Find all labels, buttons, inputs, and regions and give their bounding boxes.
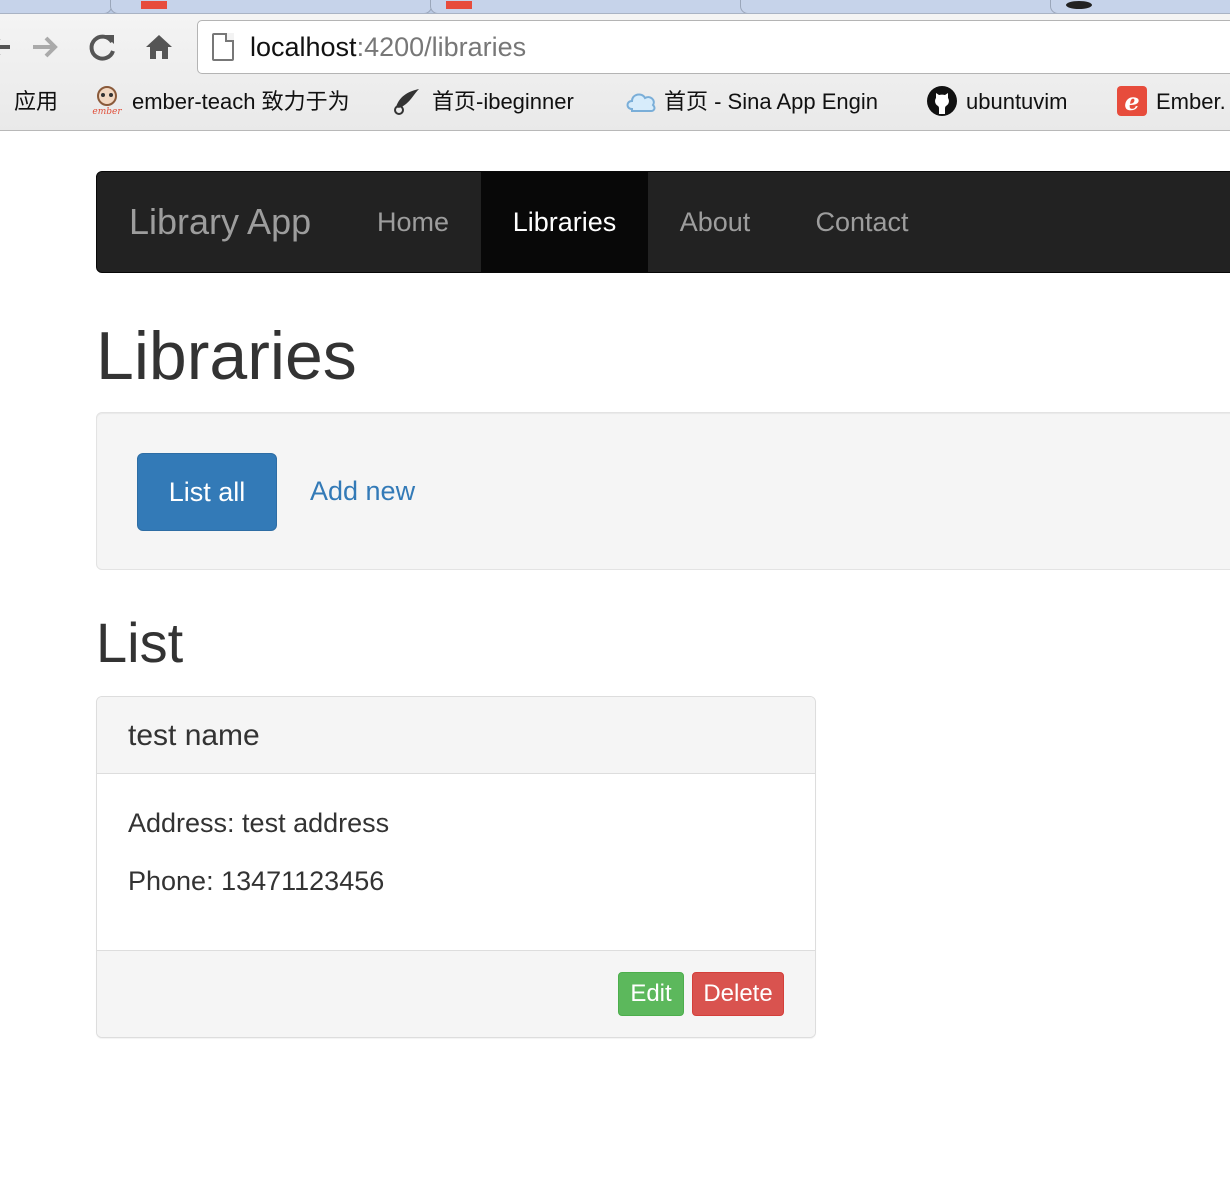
browser-tab[interactable]: [740, 0, 1062, 13]
browser-toolbar: localhost:4200/libraries 应用 ember ember-…: [0, 14, 1230, 131]
url-text[interactable]: localhost:4200/libraries: [250, 31, 526, 63]
bookmark-ubuntuvim[interactable]: ubuntuvim: [926, 84, 1068, 120]
nav-item-contact[interactable]: Contact: [782, 172, 942, 272]
bird-icon: [392, 85, 422, 116]
url-path: :4200/libraries: [356, 32, 527, 62]
library-panel-body: Address: test address Phone: 13471123456: [128, 797, 389, 913]
bookmarks-bar: 应用 ember ember-teach 致力于为 首页-ibeginner 首…: [0, 84, 1230, 120]
delete-button[interactable]: Delete: [692, 972, 784, 1016]
tab-favicon-icon: [446, 1, 472, 9]
nav-item-about[interactable]: About: [648, 172, 782, 272]
library-address: Address: test address: [128, 808, 390, 838]
page-icon: [212, 33, 234, 61]
nav-item-libraries[interactable]: Libraries: [481, 172, 648, 272]
browser-tab[interactable]: [0, 0, 112, 13]
ember-icon: e: [1116, 85, 1147, 117]
library-panel: test name Address: test address Phone: 1…: [96, 696, 816, 1038]
bookmark-apps[interactable]: 应用: [14, 84, 58, 120]
bookmark-ember[interactable]: e Ember.: [1116, 84, 1226, 120]
page-title: Libraries: [96, 318, 357, 394]
actions-well: List all Add new: [96, 412, 1230, 570]
cloud-icon: [624, 85, 656, 115]
bookmark-label: 首页-ibeginner: [432, 89, 574, 114]
github-icon: [926, 85, 957, 117]
nav-item-home[interactable]: Home: [345, 172, 481, 272]
library-panel-footer: Edit Delete: [97, 950, 815, 1037]
bookmark-label: 应用: [14, 89, 59, 114]
bookmark-sina-app-engine[interactable]: 首页 - Sina App Engin: [624, 84, 878, 120]
home-icon[interactable]: [142, 30, 176, 64]
forward-arrow-icon[interactable]: [29, 30, 63, 64]
library-name: test name: [128, 719, 260, 752]
bookmark-ibeginner[interactable]: 首页-ibeginner: [392, 84, 574, 120]
bookmark-label: ubuntuvim: [966, 89, 1068, 114]
browser-tab[interactable]: [430, 0, 752, 13]
bookmark-label: 首页 - Sina App Engin: [664, 89, 879, 114]
ember-teach-icon: ember: [92, 85, 122, 117]
browser-tab-strip: [0, 0, 1230, 14]
list-all-button[interactable]: List all: [137, 453, 277, 531]
svg-text:e: e: [1124, 87, 1139, 116]
url-host: localhost: [250, 32, 357, 62]
back-arrow-icon[interactable]: [0, 30, 16, 64]
navbar-brand[interactable]: Library App: [129, 172, 311, 272]
tab-favicon-icon: [1066, 1, 1092, 9]
app-navbar: Library App Home Libraries About Contact: [96, 171, 1230, 273]
library-panel-heading: test name: [97, 697, 815, 774]
tab-favicon-icon: [141, 1, 167, 9]
list-heading: List: [96, 611, 184, 674]
svg-text:ember: ember: [92, 107, 122, 115]
reload-icon[interactable]: [86, 30, 120, 64]
browser-tab[interactable]: [1050, 0, 1230, 13]
bookmark-label: Ember.: [1156, 89, 1226, 114]
add-new-link[interactable]: Add new: [310, 453, 415, 529]
bookmark-label: ember-teach 致力于为: [132, 89, 350, 114]
browser-tab[interactable]: [110, 0, 432, 13]
address-bar[interactable]: localhost:4200/libraries: [197, 20, 1230, 74]
library-phone: Phone: 13471123456: [128, 866, 385, 896]
bookmark-ember-teach[interactable]: ember ember-teach 致力于为: [92, 84, 350, 120]
edit-button[interactable]: Edit: [618, 972, 684, 1016]
